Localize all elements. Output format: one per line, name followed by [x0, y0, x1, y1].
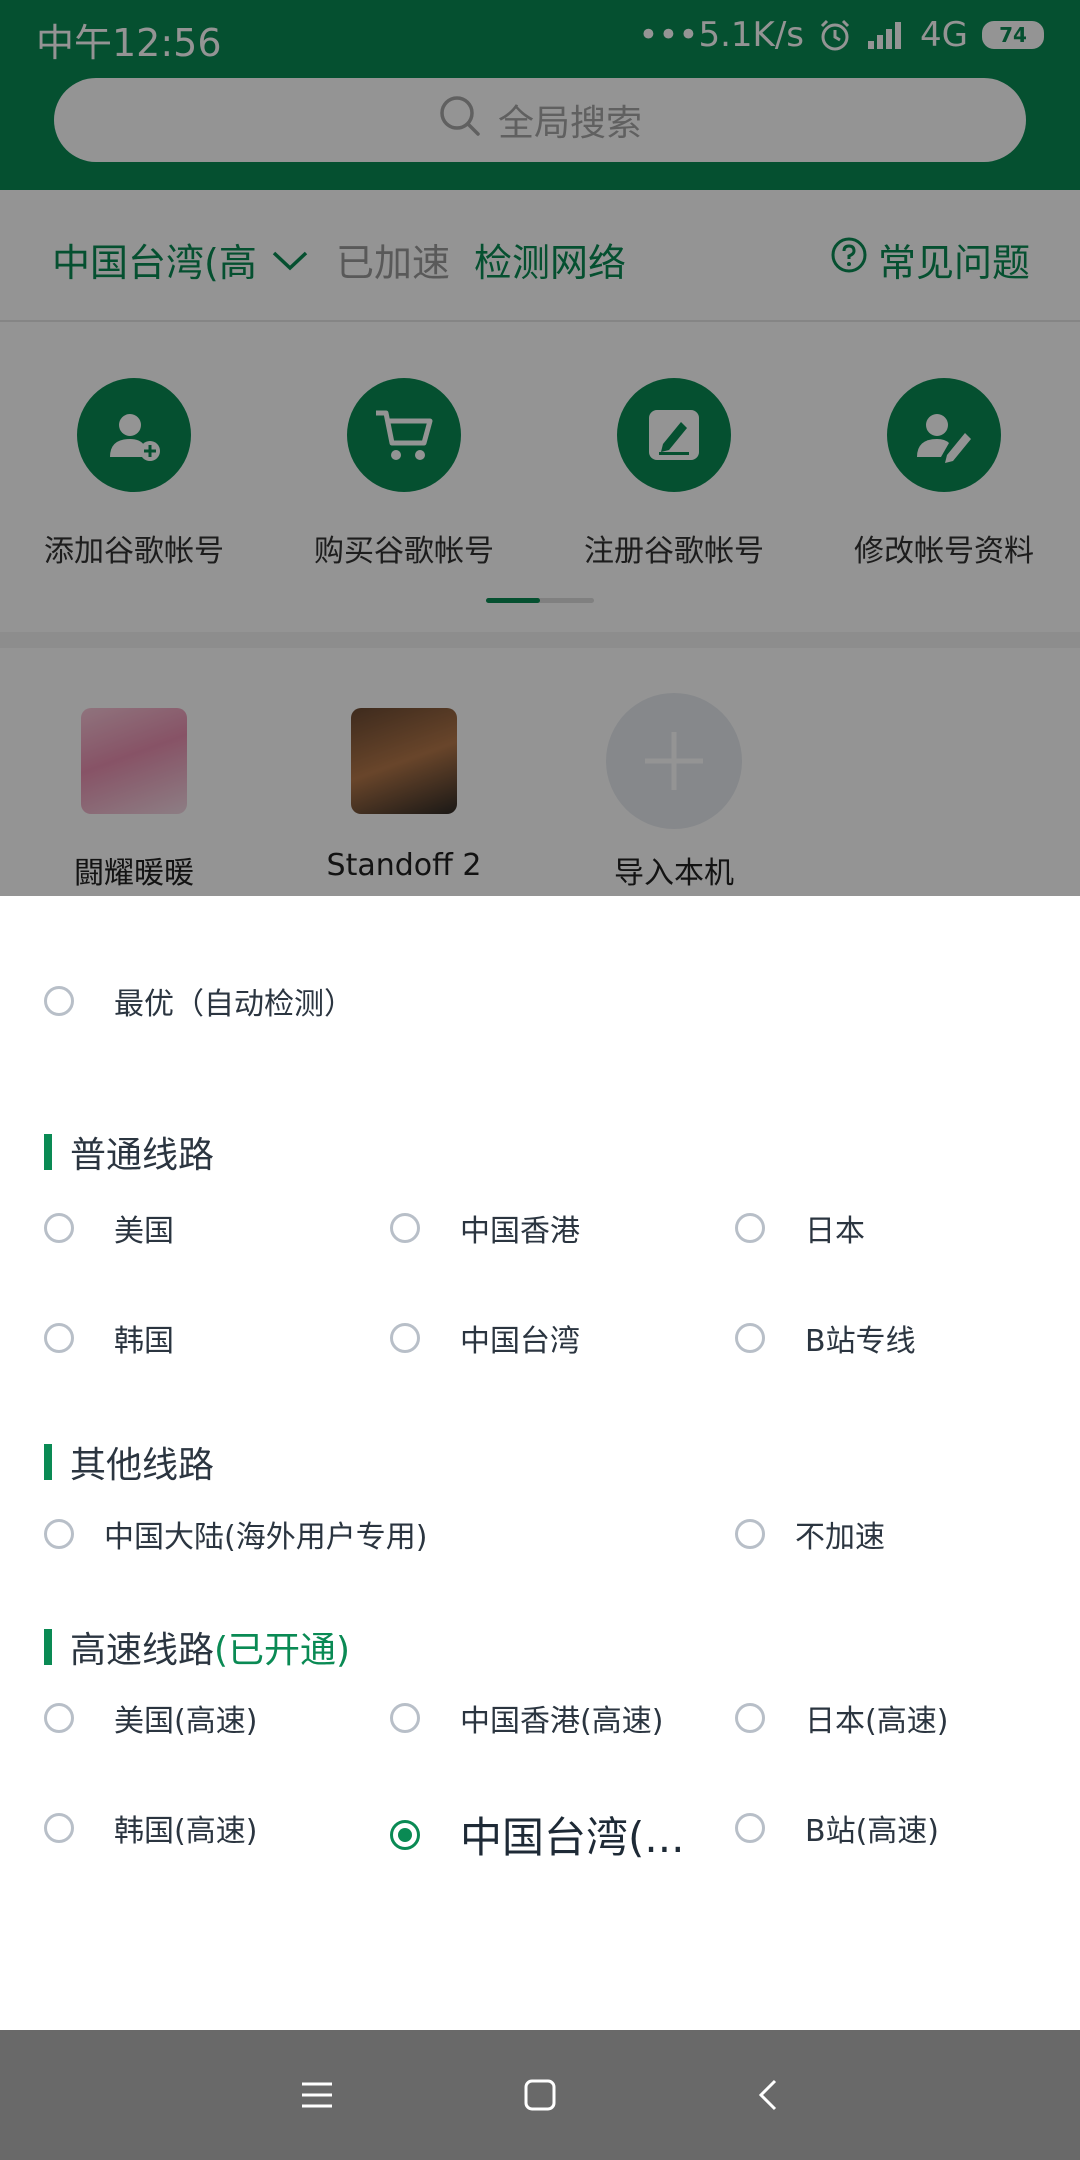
section-title: 普通线路 [70, 1135, 215, 1176]
route-selection-sheet: 最优（自动检测） 普通线路 美国 中国香港 日本 韩国 中国台湾 B站专线 其他… [0, 896, 1080, 2030]
route-option-label: 日本(高速) [805, 1704, 949, 1739]
home-button[interactable] [505, 2060, 575, 2130]
route-option-normal[interactable]: B站专线 [735, 1316, 916, 1360]
radio-button[interactable] [390, 1213, 420, 1243]
route-option-normal[interactable]: 美国 [44, 1206, 174, 1250]
radio-button[interactable] [390, 1703, 420, 1733]
radio-button[interactable] [44, 1323, 74, 1353]
section-title: 其他线路 [70, 1445, 215, 1486]
route-option-normal[interactable]: 韩国 [44, 1316, 174, 1360]
route-option-label: 美国(高速) [114, 1704, 258, 1739]
home-icon [524, 2079, 556, 2111]
route-option-label: 中国香港(高速) [460, 1704, 664, 1739]
menu-button[interactable] [282, 2060, 352, 2130]
back-icon [758, 2079, 777, 2111]
dim-overlay[interactable] [0, 0, 1080, 896]
back-button[interactable] [734, 2060, 804, 2130]
radio-button[interactable] [44, 1813, 74, 1843]
route-option-high-speed[interactable]: 韩国(高速) [44, 1806, 257, 1850]
route-option-label: 美国 [114, 1214, 174, 1249]
section-accent-bar [44, 1134, 52, 1170]
route-option-label: B站(高速) [805, 1814, 939, 1849]
radio-button[interactable] [735, 1213, 765, 1243]
route-option-high-speed[interactable]: B站(高速) [735, 1806, 939, 1850]
section-accent-bar [44, 1444, 52, 1480]
route-option-high-speed[interactable]: 中国香港(高速) [390, 1696, 663, 1740]
route-option-label: 韩国(高速) [114, 1814, 258, 1849]
route-option-normal[interactable]: 日本 [735, 1206, 865, 1250]
radio-button[interactable] [44, 1213, 74, 1243]
radio-button[interactable] [390, 1323, 420, 1353]
section-high-speed-routes: 高速线路 (已开通) [44, 1621, 350, 1673]
route-option-normal[interactable]: 中国香港 [390, 1206, 580, 1250]
system-nav-bar [0, 2030, 1080, 2160]
section-title: 高速线路 [70, 1630, 215, 1671]
radio-button[interactable] [735, 1703, 765, 1733]
route-option-label: 日本 [805, 1214, 865, 1249]
route-option-high-speed-selected[interactable]: 中国台湾(... [390, 1804, 684, 1865]
route-option-label: 最优（自动检测） [114, 987, 354, 1022]
route-option-label: B站专线 [805, 1324, 916, 1359]
route-option-label: 中国大陆(海外用户专用) [104, 1520, 428, 1555]
radio-button[interactable] [44, 1703, 74, 1733]
radio-button-selected[interactable] [390, 1819, 420, 1850]
route-option-label-selected: 中国台湾(... [460, 1813, 685, 1862]
radio-button[interactable] [44, 986, 74, 1016]
route-option-label: 不加速 [795, 1520, 885, 1555]
screen: 中午12:56 •••5.1K/s 4G 74 全局搜索 中国台湾(高 已加速 … [0, 0, 1080, 2160]
radio-button[interactable] [735, 1323, 765, 1353]
route-option-label: 韩国 [114, 1324, 174, 1359]
radio-button[interactable] [44, 1519, 74, 1549]
radio-button[interactable] [735, 1519, 765, 1549]
section-status-note: (已开通) [214, 1630, 351, 1671]
section-normal-routes: 普通线路 [44, 1126, 214, 1178]
menu-icon [302, 2082, 332, 2108]
route-option-label: 中国台湾 [460, 1324, 580, 1359]
section-accent-bar [44, 1629, 52, 1665]
route-option-label: 中国香港 [460, 1214, 580, 1249]
route-option-high-speed[interactable]: 日本(高速) [735, 1696, 948, 1740]
section-other-routes: 其他线路 [44, 1436, 214, 1488]
route-option-auto[interactable]: 最优（自动检测） [44, 979, 354, 1023]
route-option-normal[interactable]: 中国台湾 [390, 1316, 580, 1360]
radio-button[interactable] [735, 1813, 765, 1843]
route-option-high-speed[interactable]: 美国(高速) [44, 1696, 257, 1740]
route-option-other[interactable]: 不加速 [735, 1512, 885, 1556]
route-option-other[interactable]: 中国大陆(海外用户专用) [44, 1512, 427, 1556]
background-app: 中午12:56 •••5.1K/s 4G 74 全局搜索 中国台湾(高 已加速 … [0, 0, 1080, 908]
